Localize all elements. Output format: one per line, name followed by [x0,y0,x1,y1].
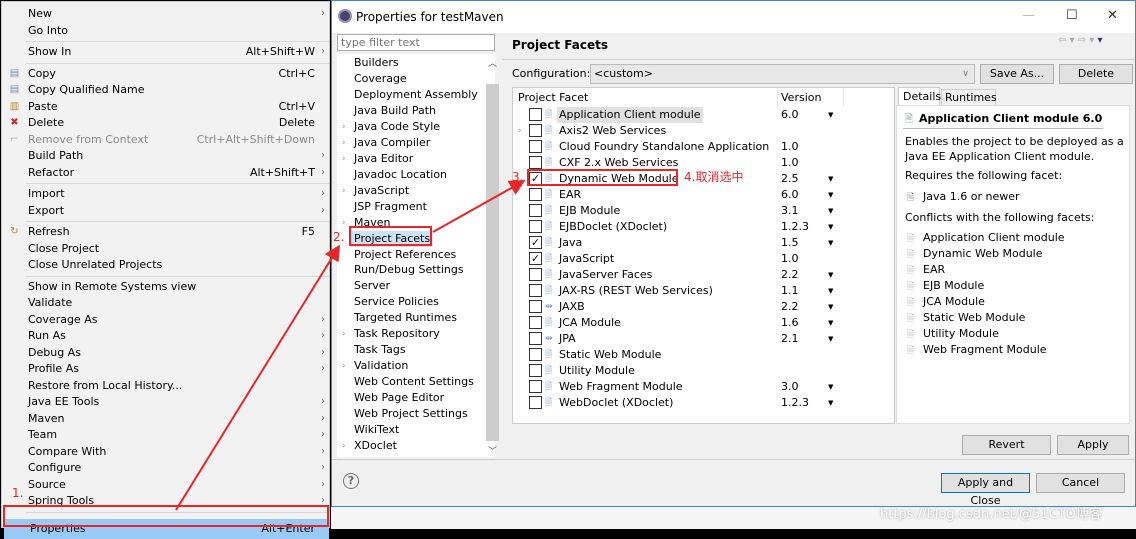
annotation-arrows [175,180,526,511]
arrow-facets-to-dynamic-web [432,180,526,233]
arrow-properties-to-facets [175,244,341,511]
